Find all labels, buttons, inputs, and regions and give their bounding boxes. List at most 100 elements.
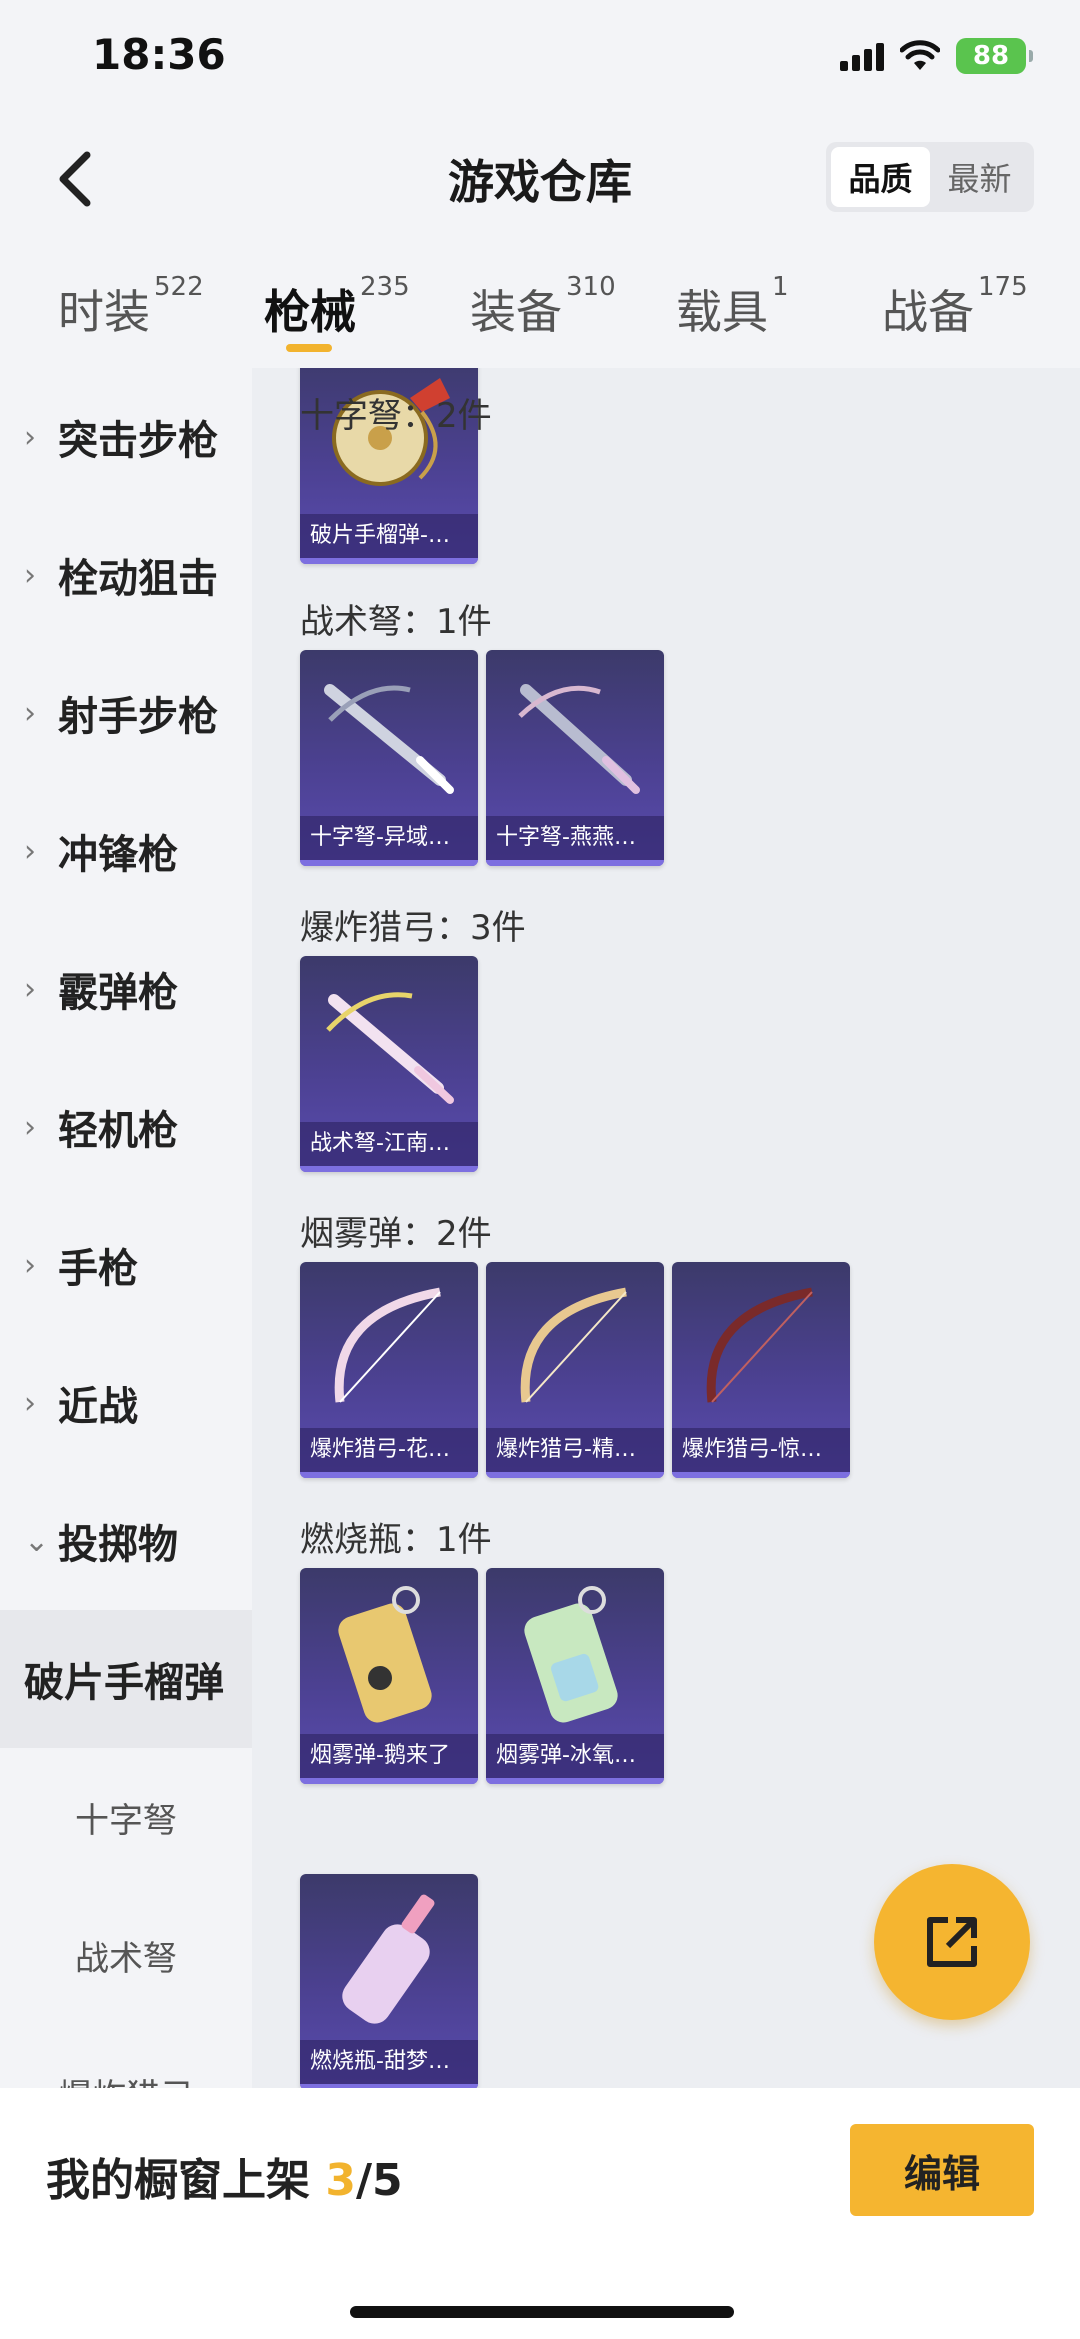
- bow-icon: [706, 1287, 813, 1403]
- sidebar-item-label: 射手步枪: [58, 694, 218, 740]
- sidebar-item-label: 破片手榴弹: [24, 1660, 224, 1706]
- crossbow-icon: [326, 992, 454, 1104]
- sidebar-item-label: 投掷物: [58, 1522, 178, 1568]
- edit-button[interactable]: 编辑: [850, 2124, 1034, 2216]
- tab-vehicles[interactable]: 载具 1: [676, 272, 789, 342]
- tab-count: 175: [978, 272, 1028, 302]
- sidebar-item-assault-rifle[interactable]: › 突击步枪: [0, 368, 252, 506]
- share-button[interactable]: [874, 1864, 1030, 2020]
- sidebar-item-lmg[interactable]: › 轻机枪: [0, 1058, 252, 1196]
- sort-toggle: 品质 最新: [826, 142, 1034, 212]
- item-card[interactable]: 烟雾弹-鹅来了: [300, 1568, 478, 1784]
- chevron-right-icon: ›: [24, 971, 36, 1007]
- chevron-right-icon: ›: [24, 695, 36, 731]
- status-icons: 88: [840, 38, 1033, 74]
- status-time: 18:36: [92, 30, 226, 79]
- tab-label: 战备: [882, 285, 974, 339]
- chevron-right-icon: ›: [24, 1109, 36, 1145]
- sort-quality-button[interactable]: 品质: [831, 147, 930, 207]
- sidebar-item-label: 霰弹枪: [58, 970, 178, 1016]
- item-card[interactable]: 十字弩-异域…: [300, 650, 478, 866]
- shelf-label: 我的橱窗上架: [46, 2155, 326, 2206]
- sidebar-item-smg[interactable]: › 冲锋枪: [0, 782, 252, 920]
- item-card[interactable]: 爆炸猎弓-精…: [486, 1262, 664, 1478]
- tab-firearms[interactable]: 枪械 235: [264, 272, 410, 342]
- shelf-status: 我的橱窗上架 3/5: [46, 2144, 403, 2208]
- item-grid: 破片手榴弹-… 十字弩：2件 十字弩-异域… 十字弩-燕燕… 战术弩：1件 战术…: [252, 368, 1080, 2088]
- battery-icon: 88: [956, 38, 1033, 74]
- sort-newest-button[interactable]: 最新: [930, 147, 1029, 207]
- chevron-right-icon: ›: [24, 1385, 36, 1421]
- item-card[interactable]: 战术弩-江南…: [300, 956, 478, 1172]
- home-indicator: [350, 2306, 734, 2318]
- sidebar-item-throwables[interactable]: ⌄ 投掷物: [0, 1472, 252, 1610]
- group-title: 十字弩：2件: [300, 396, 492, 436]
- sidebar-item-shotgun[interactable]: › 霰弹枪: [0, 920, 252, 1058]
- item-card[interactable]: 烟雾弹-冰氧…: [486, 1568, 664, 1784]
- chevron-right-icon: ›: [24, 1247, 36, 1283]
- item-name: 爆炸猎弓-花…: [300, 1428, 478, 1472]
- smoke-grenade-icon: [524, 1586, 618, 1723]
- group-title: 烟雾弹：2件: [300, 1214, 492, 1254]
- sidebar-subitem-tactical-crossbow[interactable]: 战术弩: [0, 1886, 252, 2024]
- shelf-current-count: 3: [325, 2155, 356, 2206]
- sidebar-item-frag-grenade[interactable]: 破片手榴弹: [0, 1610, 252, 1748]
- item-name: 烟雾弹-鹅来了: [300, 1734, 478, 1778]
- sidebar-item-label: 手枪: [58, 1246, 138, 1292]
- item-name: 战术弩-江南…: [300, 1122, 478, 1166]
- molotov-icon: [342, 1894, 435, 2024]
- tab-fashion[interactable]: 时装 522: [58, 272, 204, 342]
- item-card[interactable]: 燃烧瓶-甜梦…: [300, 1874, 478, 2088]
- group-title: 战术弩：1件: [300, 602, 492, 642]
- sidebar-item-label: 栓动狙击: [58, 556, 218, 602]
- sidebar: › 突击步枪 › 栓动狙击 › 射手步枪 › 冲锋枪 › 霰弹枪 › 轻机枪 ›…: [0, 368, 252, 2088]
- group-title: 燃烧瓶：1件: [300, 1520, 492, 1560]
- shelf-total: /5: [355, 2155, 403, 2206]
- tab-count: 235: [360, 272, 410, 302]
- sidebar-item-label: 十字弩: [75, 1800, 177, 1841]
- wifi-icon: [900, 40, 940, 70]
- tab-equipment[interactable]: 装备 310: [470, 272, 616, 342]
- crossbow-icon: [518, 684, 640, 794]
- chevron-right-icon: ›: [24, 557, 36, 593]
- item-name: 破片手榴弹-…: [300, 514, 478, 558]
- active-tab-indicator: [286, 344, 332, 352]
- sidebar-item-bolt-sniper[interactable]: › 栓动狙击: [0, 506, 252, 644]
- signal-icon: [840, 41, 884, 71]
- group-title: 爆炸猎弓：3件: [300, 908, 526, 948]
- bow-icon: [334, 1287, 441, 1403]
- sidebar-item-label: 冲锋枪: [58, 832, 178, 878]
- tab-count: 310: [566, 272, 616, 302]
- status-bar: 18:36 88: [0, 0, 1080, 120]
- sidebar-item-label: 轻机枪: [58, 1108, 178, 1154]
- bow-icon: [520, 1287, 627, 1403]
- bottom-bar: 我的橱窗上架 3/5 编辑: [0, 2088, 1080, 2339]
- tab-label: 载具: [676, 285, 768, 339]
- item-card[interactable]: 十字弩-燕燕…: [486, 650, 664, 866]
- category-tabs: 时装 522 枪械 235 装备 310 载具 1 战备 175: [0, 240, 1080, 368]
- crossbow-icon: [324, 684, 454, 794]
- item-name: 燃烧瓶-甜梦…: [300, 2040, 478, 2084]
- sidebar-subitem-explosive-bow[interactable]: 爆炸猎弓: [0, 2024, 252, 2089]
- tab-count: 1: [772, 272, 789, 302]
- item-card[interactable]: 爆炸猎弓-惊…: [672, 1262, 850, 1478]
- item-name: 烟雾弹-冰氧…: [486, 1734, 664, 1778]
- header: 游戏仓库 品质 最新: [0, 120, 1080, 240]
- sidebar-item-marksman-rifle[interactable]: › 射手步枪: [0, 644, 252, 782]
- sidebar-item-pistol[interactable]: › 手枪: [0, 1196, 252, 1334]
- chevron-right-icon: ›: [24, 833, 36, 869]
- item-name: 爆炸猎弓-精…: [486, 1428, 664, 1472]
- tab-count: 522: [154, 272, 204, 302]
- tab-readiness[interactable]: 战备 175: [882, 272, 1028, 342]
- chevron-down-icon: ⌄: [24, 1523, 50, 1559]
- smoke-grenade-icon: [338, 1586, 432, 1723]
- sidebar-subitem-crossbow[interactable]: 十字弩: [0, 1748, 252, 1886]
- chevron-right-icon: ›: [24, 419, 36, 455]
- sidebar-item-melee[interactable]: › 近战: [0, 1334, 252, 1472]
- item-name: 十字弩-异域…: [300, 816, 478, 860]
- sidebar-item-label: 近战: [58, 1384, 138, 1430]
- sidebar-item-label: 战术弩: [75, 1938, 177, 1979]
- share-icon: [927, 1917, 977, 1967]
- item-card[interactable]: 爆炸猎弓-花…: [300, 1262, 478, 1478]
- sidebar-item-label: 突击步枪: [58, 418, 218, 464]
